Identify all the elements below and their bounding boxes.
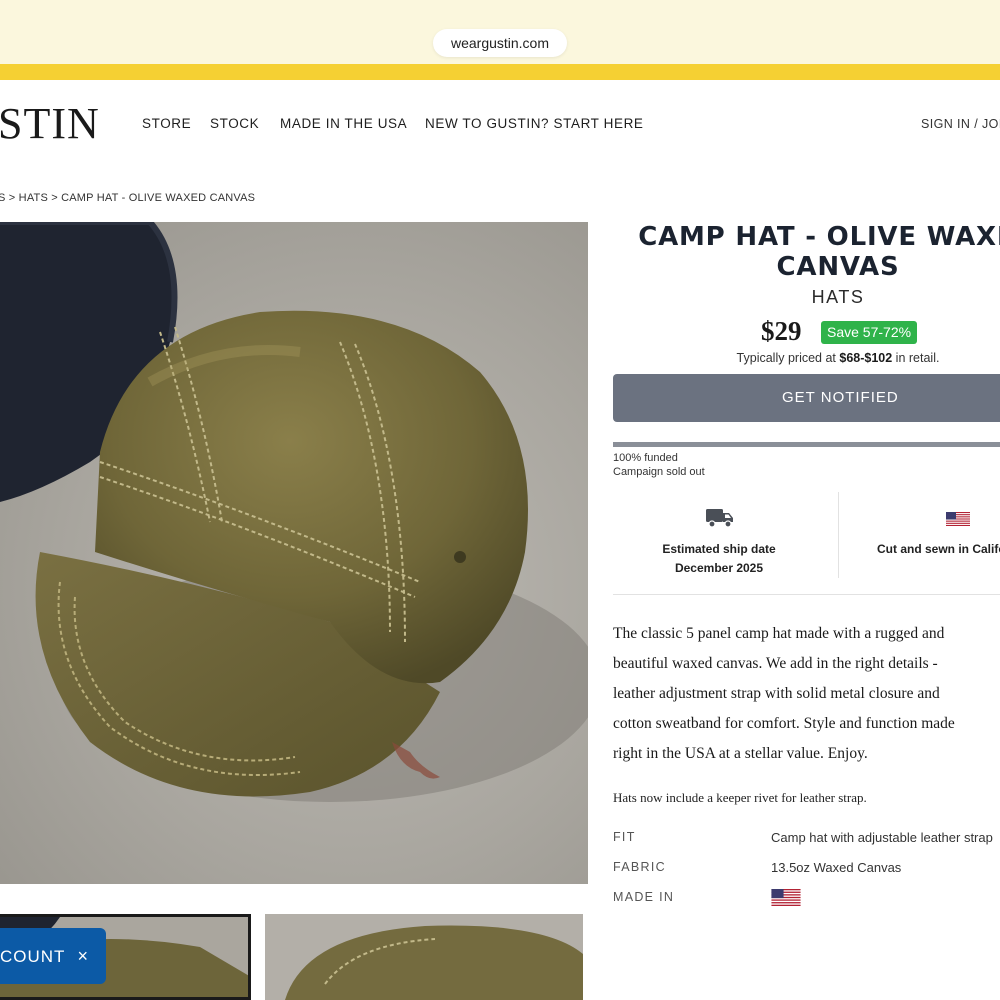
made-location: Cut and sewn in California <box>877 542 1000 556</box>
thumbnail-2[interactable] <box>265 914 583 1000</box>
nav-new-to-gustin[interactable]: NEW TO GUSTIN? START HERE <box>425 116 644 134</box>
spec-fabric-label: FABRIC <box>613 860 666 874</box>
spec-fit-label: FIT <box>613 830 636 844</box>
product-title: CAMP HAT - OLIVE WAXED CANVAS <box>612 222 1000 282</box>
spec-fabric-value: 13.5oz Waxed Canvas <box>771 860 902 875</box>
product-main-image[interactable] <box>0 222 588 884</box>
ship-date-label: Estimated ship date <box>662 542 776 556</box>
truck-icon <box>705 506 735 530</box>
ship-date-value: December 2025 <box>674 561 764 575</box>
site-logo[interactable]: STIN <box>0 100 100 148</box>
accent-stripe <box>0 64 1000 80</box>
description-line: cotton sweatband for comfort. Style and … <box>613 715 955 732</box>
description-line: beautiful waxed canvas. We add in the ri… <box>613 655 938 672</box>
get-notified-button[interactable]: GET NOTIFIED <box>613 374 1000 422</box>
product-description: The classic 5 panel camp hat made with a… <box>613 619 1000 769</box>
funding-progress-fill <box>613 442 1000 447</box>
breadcrumb[interactable]: S > HATS > CAMP HAT - OLIVE WAXED CANVAS <box>0 192 255 204</box>
close-icon[interactable]: × <box>77 928 89 984</box>
retail-range: $68-$102 <box>839 351 893 365</box>
discount-tab-label: COUNT <box>0 947 66 966</box>
funded-text: 100% funded <box>613 452 678 464</box>
funding-progress-bar <box>613 442 1000 447</box>
discount-tab[interactable]: COUNT × <box>0 928 106 984</box>
retail-prefix: Typically priced at <box>736 351 840 365</box>
product-title-line-2: CANVAS <box>776 252 900 282</box>
description-line: The classic 5 panel camp hat made with a… <box>613 625 945 642</box>
spec-made-in-label: MADE IN <box>613 890 675 904</box>
nav-store[interactable]: STORE <box>142 116 191 134</box>
us-flag-icon <box>946 512 970 526</box>
spec-fit-value: Camp hat with adjustable leather strap <box>771 830 993 845</box>
us-flag-icon <box>771 889 801 906</box>
campaign-status: Campaign sold out <box>613 466 705 478</box>
product-price: $29 <box>761 316 802 346</box>
sign-in-link[interactable]: SIGN IN / JOIN <box>921 117 1000 131</box>
address-bar[interactable]: weargustin.com <box>433 29 567 57</box>
product-title-line-1: CAMP HAT - OLIVE WAXED <box>638 222 1000 252</box>
product-note: Hats now include a keeper rivet for leat… <box>613 790 867 805</box>
product-category[interactable]: HATS <box>612 287 1000 308</box>
description-line: leather adjustment strap with solid meta… <box>613 685 940 702</box>
description-line: right in the USA at a stellar value. Enj… <box>613 745 868 762</box>
section-divider <box>613 594 1000 595</box>
nav-stock[interactable]: STOCK <box>210 116 259 134</box>
nav-made-in-usa[interactable]: MADE IN THE USA <box>280 116 407 134</box>
retail-price-note: Typically priced at $68-$102 in retail. <box>612 351 1000 365</box>
retail-suffix: in retail. <box>892 351 940 365</box>
info-divider <box>838 492 839 578</box>
save-badge: Save 57-72% <box>821 321 918 344</box>
